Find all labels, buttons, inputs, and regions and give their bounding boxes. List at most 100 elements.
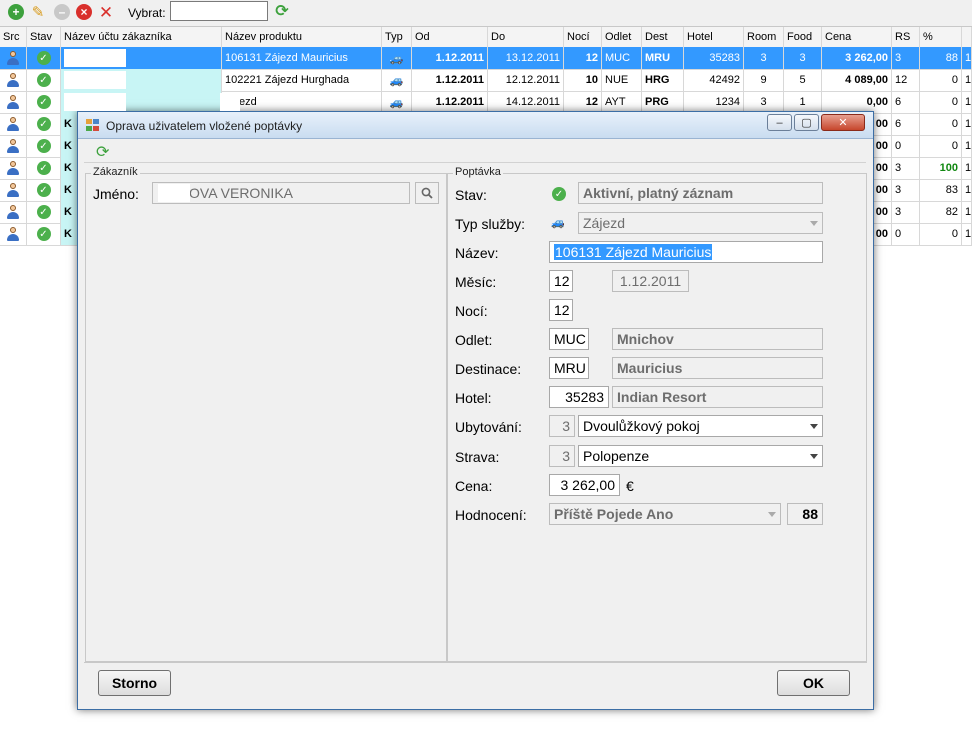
extra-cell: 1: [962, 201, 972, 223]
column-header[interactable]: Cena: [822, 27, 892, 47]
refresh-icon[interactable]: ⟳: [274, 4, 290, 20]
car-icon: 🚙: [389, 96, 404, 109]
stav-field: Aktivní, platný záznam: [578, 182, 823, 204]
minimize-button[interactable]: –: [767, 114, 792, 131]
column-header[interactable]: Hotel: [684, 27, 744, 47]
vybrat-input[interactable]: [170, 1, 268, 21]
stav-cell: ✓: [27, 157, 61, 179]
cena-input[interactable]: 3 262,00: [549, 474, 620, 496]
noci-cell: 12: [564, 47, 602, 69]
nazev-label: Název:: [455, 245, 499, 261]
destinace-code-input[interactable]: MRU: [549, 357, 589, 379]
rs-cell: 12: [892, 69, 920, 91]
nazev-input[interactable]: 106131 Zájezd Mauricius: [549, 241, 823, 263]
edit-request-dialog: Oprava uživatelem vložené poptávky – ▢ ✕…: [77, 111, 874, 710]
column-header[interactable]: Do: [488, 27, 564, 47]
src-cell: [0, 113, 27, 135]
mesic-date-field: 1.12.2011: [612, 270, 689, 292]
add-icon[interactable]: +: [8, 4, 24, 20]
hotel-code-input[interactable]: 35283: [549, 386, 609, 408]
ubytovani-select[interactable]: Dvoulůžkový pokoj: [578, 415, 823, 437]
rs-cell: 3: [892, 157, 920, 179]
customer-group: [85, 173, 447, 662]
product-cell: zajezd: [222, 91, 382, 113]
src-cell: [0, 201, 27, 223]
od-cell: 1.12.2011: [412, 91, 488, 113]
rs-cell: 6: [892, 91, 920, 113]
room-cell: 9: [744, 69, 784, 91]
status-ok-icon: ✓: [36, 227, 51, 241]
table-row[interactable]: ✓VERONIKA106131 Zájezd Mauricius🚙1.12.20…: [0, 47, 972, 70]
column-header[interactable]: Stav: [27, 27, 61, 47]
pct-cell: 0: [920, 91, 962, 113]
maximize-button[interactable]: ▢: [794, 114, 819, 131]
status-ok-icon: ✓: [36, 51, 51, 65]
storno-button[interactable]: Storno: [98, 670, 171, 696]
column-header[interactable]: Food: [784, 27, 822, 47]
column-header[interactable]: Název produktu: [222, 27, 382, 47]
rs-cell: 0: [892, 223, 920, 245]
odlet-cell: MUC: [602, 47, 642, 69]
src-cell: [0, 157, 27, 179]
column-header[interactable]: Typ: [382, 27, 412, 47]
cena-cell: 3 262,00: [822, 47, 892, 69]
hodnoceni-select[interactable]: Příště Pojede Ano: [549, 503, 781, 525]
status-ok-icon: ✓: [36, 183, 51, 197]
stav-cell: ✓: [27, 179, 61, 201]
src-cell: [0, 223, 27, 245]
jmeno-field[interactable]: OVA VERONIKA: [152, 182, 410, 204]
edit-icon[interactable]: ✎: [30, 4, 46, 20]
ok-button[interactable]: OK: [777, 670, 850, 696]
pct-cell: 100: [920, 157, 962, 179]
odlet-code-input[interactable]: MUC: [549, 328, 589, 350]
column-header[interactable]: Od: [412, 27, 488, 47]
user-icon: [6, 139, 20, 153]
user-icon: [6, 183, 20, 197]
search-customer-button[interactable]: [415, 182, 439, 204]
column-header[interactable]: Odlet: [602, 27, 642, 47]
table-row[interactable]: ✓ASHRAF102221 Zájezd Hurghada🚙1.12.20111…: [0, 69, 972, 92]
car-icon: 🚙: [389, 74, 404, 87]
destinace-label: Destinace:: [455, 361, 522, 377]
column-header[interactable]: [962, 27, 972, 47]
column-header[interactable]: RS: [892, 27, 920, 47]
cancel-icon[interactable]: ×: [76, 4, 92, 20]
hotel-name-field: Indian Resort: [612, 386, 823, 408]
stav-cell: ✓: [27, 91, 61, 113]
od-cell: 1.12.2011: [412, 69, 488, 91]
disable-icon[interactable]: –: [54, 4, 70, 20]
dest-cell: PRG: [642, 91, 684, 113]
dialog-titlebar[interactable]: Oprava uživatelem vložené poptávky – ▢ ✕: [78, 112, 873, 139]
hotel-cell: 35283: [684, 47, 744, 69]
cena-label: Cena:: [455, 478, 493, 494]
stav-cell: ✓: [27, 223, 61, 245]
stav-cell: ✓: [27, 135, 61, 157]
cena-cell: 0,00: [822, 91, 892, 113]
chevron-down-icon: [810, 424, 818, 429]
odlet-cell: NUE: [602, 69, 642, 91]
request-group-title: Poptávka: [453, 166, 503, 178]
user-icon: [6, 161, 20, 175]
room-cell: 3: [744, 47, 784, 69]
typ-sluzby-select[interactable]: Zájezd: [578, 212, 823, 234]
column-header[interactable]: %: [920, 27, 962, 47]
refresh-icon[interactable]: ⟳: [96, 142, 109, 162]
extra-cell: 1: [962, 69, 972, 91]
column-header[interactable]: Src: [0, 27, 27, 47]
close-button[interactable]: ✕: [821, 114, 865, 131]
column-header[interactable]: Room: [744, 27, 784, 47]
column-header[interactable]: Název účtu zákazníka: [61, 27, 222, 47]
delete-icon[interactable]: ✕: [98, 4, 114, 21]
hodnoceni-label: Hodnocení:: [455, 507, 527, 523]
mesic-input[interactable]: 12: [549, 270, 573, 292]
strava-select[interactable]: Polopenze: [578, 445, 823, 467]
product-cell: 106131 Zájezd Mauricius: [222, 47, 382, 69]
car-icon: 🚙: [389, 52, 404, 65]
column-header[interactable]: Dest: [642, 27, 684, 47]
column-header[interactable]: Nocí: [564, 27, 602, 47]
noci-input[interactable]: 12: [549, 299, 573, 321]
hodnoceni-score: 88: [787, 503, 823, 525]
redaction: [158, 184, 190, 202]
form-icon: [86, 119, 99, 131]
redaction: [64, 49, 126, 67]
